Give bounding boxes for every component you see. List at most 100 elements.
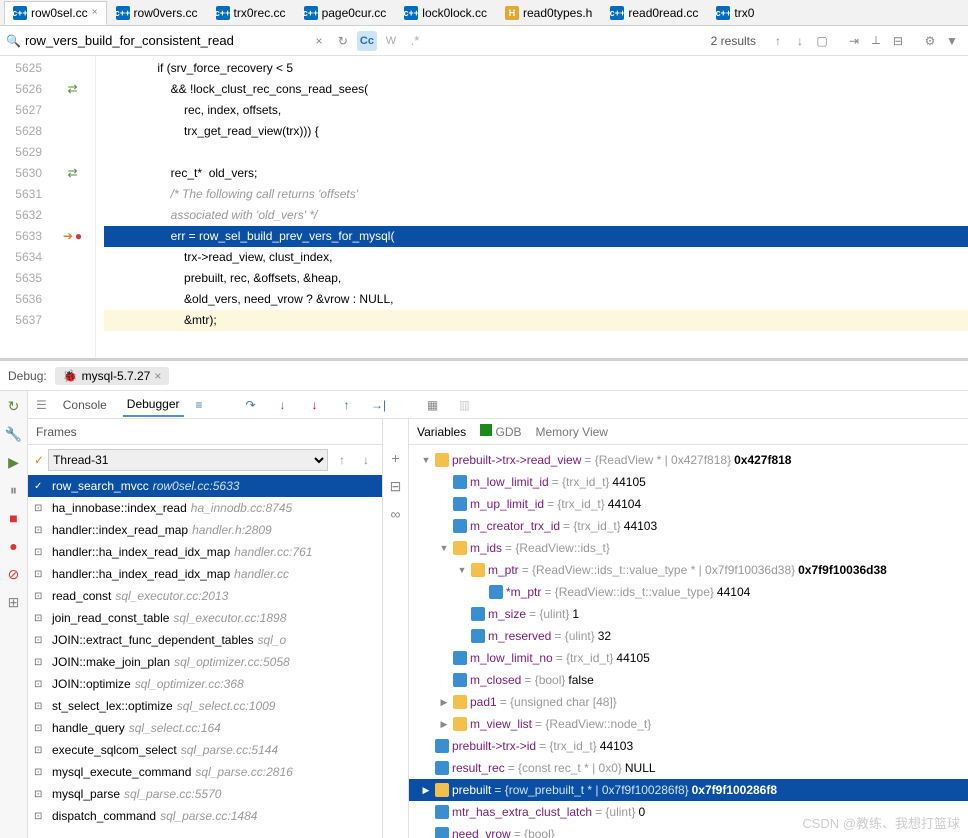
layout-icon[interactable]: ⊞: [5, 593, 23, 611]
prev-frame-icon[interactable]: ↑: [332, 450, 352, 470]
tab-debugger[interactable]: Debugger: [123, 393, 184, 417]
stack-frame[interactable]: ⊡read_const sql_executor.cc:2013: [28, 585, 382, 607]
words-icon[interactable]: W: [381, 31, 401, 51]
editor-tab[interactable]: c++read0read.cc: [601, 1, 707, 25]
stack-frame[interactable]: ⊡JOIN::optimize sql_optimizer.cc:368: [28, 673, 382, 695]
threads-icon[interactable]: ☰: [36, 398, 47, 412]
stack-frame[interactable]: ⊡JOIN::make_join_plan sql_optimizer.cc:5…: [28, 651, 382, 673]
code-line[interactable]: trx->read_view, clust_index,: [104, 247, 968, 268]
code-editor[interactable]: 5625562656275628562956305631563256335634…: [0, 56, 968, 358]
link-icon[interactable]: ∞: [387, 505, 405, 523]
more-icon[interactable]: ≡: [196, 398, 203, 412]
variables-tree[interactable]: ▼ prebuilt->trx->read_view = {ReadView *…: [409, 445, 968, 838]
prev-result-icon[interactable]: ↑: [768, 31, 788, 51]
debug-session[interactable]: 🐞 mysql-5.7.27 ×: [55, 367, 170, 385]
regex-icon[interactable]: .*: [405, 31, 425, 51]
code-line[interactable]: rec_t* old_vers;: [104, 163, 968, 184]
expand-icon[interactable]: ▼: [438, 543, 450, 553]
step-out-icon[interactable]: ↑: [337, 395, 357, 415]
close-search-icon[interactable]: ×: [309, 31, 329, 51]
tab-gdb[interactable]: GDB: [480, 424, 521, 439]
filter-icon[interactable]: ▼: [942, 31, 962, 51]
variable-row[interactable]: ▼ m_ids = {ReadView::ids_t}: [409, 537, 968, 559]
stack-frame[interactable]: ⊡st_select_lex::optimize sql_select.cc:1…: [28, 695, 382, 717]
code-line[interactable]: &mtr);: [104, 310, 968, 331]
variable-row[interactable]: m_up_limit_id = {trx_id_t} 44104: [409, 493, 968, 515]
force-step-icon[interactable]: ↓: [305, 395, 325, 415]
code-line[interactable]: associated with 'old_vers' */: [104, 205, 968, 226]
step-into-icon[interactable]: ↓: [273, 395, 293, 415]
tab-variables[interactable]: Variables: [417, 425, 466, 439]
evaluate-icon[interactable]: ▦: [423, 395, 443, 415]
variable-row[interactable]: result_rec = {const rec_t * | 0x0} NULL: [409, 757, 968, 779]
stack-frame[interactable]: ⊡handler::ha_index_read_idx_map handler.…: [28, 563, 382, 585]
variable-row[interactable]: ▶ m_view_list = {ReadView::node_t}: [409, 713, 968, 735]
stack-frame[interactable]: ⊡handler::index_read_map handler.h:2809: [28, 519, 382, 541]
editor-tab[interactable]: c++trx0: [707, 1, 763, 25]
stack-frame[interactable]: ⊡dispatch_command sql_parse.cc:1484: [28, 805, 382, 827]
editor-tab[interactable]: c++trx0rec.cc: [207, 1, 295, 25]
rerun-icon[interactable]: ↻: [5, 397, 23, 415]
expand-icon[interactable]: ▶: [420, 785, 432, 796]
variable-row[interactable]: m_closed = {bool} false: [409, 669, 968, 691]
resume-icon[interactable]: ▶: [5, 453, 23, 471]
run-to-cursor-icon[interactable]: →|: [369, 395, 389, 415]
variable-row[interactable]: m_reserved = {ulint} 32: [409, 625, 968, 647]
tab-memory[interactable]: Memory View: [536, 425, 608, 439]
expand-icon[interactable]: ▶: [438, 719, 450, 730]
code-line[interactable]: if (srv_force_recovery < 5: [104, 58, 968, 79]
editor-tab[interactable]: c++page0cur.cc: [295, 1, 396, 25]
filter-frames-icon[interactable]: ⊟: [387, 477, 405, 495]
code-line[interactable]: trx_get_read_view(trx))) {: [104, 121, 968, 142]
stack-frame[interactable]: ⊡join_read_const_table sql_executor.cc:1…: [28, 607, 382, 629]
code-line[interactable]: [104, 142, 968, 163]
next-frame-icon[interactable]: ↓: [356, 450, 376, 470]
code-line[interactable]: && !lock_clust_rec_cons_read_sees(: [104, 79, 968, 100]
stack-frame[interactable]: ⊡ha_innobase::index_read ha_innodb.cc:87…: [28, 497, 382, 519]
expand-icon[interactable]: ▼: [456, 565, 468, 575]
variable-row[interactable]: ▶ prebuilt = {row_prebuilt_t * | 0x7f9f1…: [409, 779, 968, 801]
select-occ-icon[interactable]: ⊟: [888, 31, 908, 51]
step-over-icon[interactable]: ↷: [241, 395, 261, 415]
match-case-icon[interactable]: Cc: [357, 31, 377, 51]
next-result-icon[interactable]: ↓: [790, 31, 810, 51]
code-line[interactable]: &old_vers, need_vrow ? &vrow : NULL,: [104, 289, 968, 310]
variable-row[interactable]: m_size = {ulint} 1: [409, 603, 968, 625]
remove-icon[interactable]: ⟂: [866, 31, 886, 51]
stack-frame[interactable]: ⊡mysql_execute_command sql_parse.cc:2816: [28, 761, 382, 783]
stack-frame[interactable]: ✓row_search_mvcc row0sel.cc:5633: [28, 475, 382, 497]
thread-selector[interactable]: Thread-31: [48, 449, 328, 471]
code-line[interactable]: err = row_sel_build_prev_vers_for_mysql(: [104, 226, 968, 247]
mute-breakpoints-icon[interactable]: ⊘: [5, 565, 23, 583]
expand-icon[interactable]: ▶: [438, 697, 450, 708]
variable-row[interactable]: m_creator_trx_id = {trx_id_t} 44103: [409, 515, 968, 537]
stack-frame[interactable]: ⊡JOIN::extract_func_dependent_tables sql…: [28, 629, 382, 651]
close-session-icon[interactable]: ×: [154, 369, 161, 383]
select-all-icon[interactable]: ▢: [812, 31, 832, 51]
editor-tab[interactable]: c++lock0lock.cc: [395, 1, 496, 25]
stack-frame[interactable]: ⊡execute_sqlcom_select sql_parse.cc:5144: [28, 739, 382, 761]
expand-icon[interactable]: ▼: [420, 455, 432, 465]
stack-frame[interactable]: ⊡handler::ha_index_read_idx_map handler.…: [28, 541, 382, 563]
variable-row[interactable]: m_low_limit_id = {trx_id_t} 44105: [409, 471, 968, 493]
code-line[interactable]: rec, index, offsets,: [104, 100, 968, 121]
search-input[interactable]: [25, 33, 305, 48]
variable-row[interactable]: ▼ prebuilt->trx->read_view = {ReadView *…: [409, 449, 968, 471]
variable-row[interactable]: *m_ptr = {ReadView::ids_t::value_type} 4…: [409, 581, 968, 603]
add-selection-icon[interactable]: ⇥: [844, 31, 864, 51]
stop-icon[interactable]: ■: [5, 509, 23, 527]
more-tools-icon[interactable]: ▥: [455, 395, 475, 415]
stack-frame[interactable]: ⊡handle_query sql_select.cc:164: [28, 717, 382, 739]
code-area[interactable]: if (srv_force_recovery < 5 && !lock_clus…: [96, 56, 968, 358]
pause-icon[interactable]: ⏸: [5, 481, 23, 499]
code-line[interactable]: /* The following call returns 'offsets': [104, 184, 968, 205]
add-watch-icon[interactable]: +: [387, 449, 405, 467]
filter-settings-icon[interactable]: ⚙: [920, 31, 940, 51]
recent-icon[interactable]: ↻: [333, 31, 353, 51]
settings-icon[interactable]: 🔧: [5, 425, 23, 443]
editor-tab[interactable]: c++row0sel.cc×: [4, 1, 107, 25]
variable-row[interactable]: prebuilt->trx->id = {trx_id_t} 44103: [409, 735, 968, 757]
editor-tab[interactable]: Hread0types.h: [496, 1, 601, 25]
editor-tab[interactable]: c++row0vers.cc: [107, 1, 207, 25]
stack-frame[interactable]: ⊡mysql_parse sql_parse.cc:5570: [28, 783, 382, 805]
